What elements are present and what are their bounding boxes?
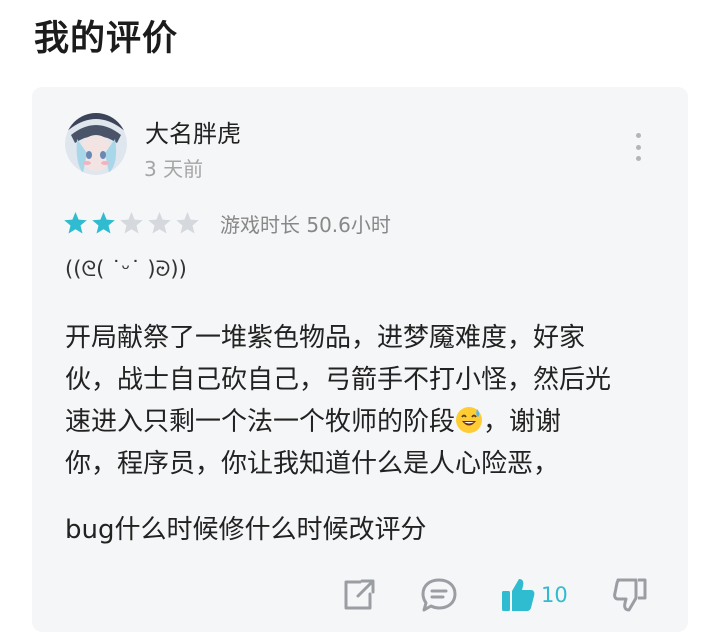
like-button[interactable]: 10 <box>499 575 568 615</box>
review-actions: 10 <box>32 575 688 615</box>
more-vertical-icon <box>635 133 641 138</box>
star-empty-icon <box>148 212 171 234</box>
page-title: 我的评价 <box>34 19 179 59</box>
thumbs-up-icon <box>502 579 535 611</box>
review-paragraph-2: bug什么时候修什么时候改评分 <box>65 515 427 545</box>
comment-icon <box>421 578 457 612</box>
dislike-button[interactable] <box>610 575 650 615</box>
playtime: 游戏时长 50.6小时 <box>220 213 391 237</box>
rating-stars <box>63 211 200 235</box>
more-options-button[interactable] <box>630 133 646 161</box>
sweat-smile-emoji-icon <box>456 407 483 433</box>
star-filled-icon <box>64 212 87 234</box>
review-time: 3 天前 <box>144 157 204 181</box>
star-empty-icon <box>120 212 143 234</box>
review-body: 开局献祭了一堆紫色物品，进梦魇难度，好家 伙，战士自己砍自己，弓箭手不打小怪，然… <box>65 317 665 485</box>
like-count: 10 <box>541 583 568 607</box>
star-filled-icon <box>92 212 115 234</box>
share-icon <box>344 579 375 610</box>
review-line: 速进入只剩一个法一个牧师的阶段 ，谢谢 <box>65 407 562 437</box>
share-button[interactable] <box>340 575 378 615</box>
review-card: 大名胖虎 3 天前 游戏时长 50.6小时 ((ᘓ( ˙ᵕ˙ )ᘒ)) 开局献祭… <box>32 87 688 632</box>
avatar[interactable] <box>65 113 127 175</box>
review-kaomoji: ((ᘓ( ˙ᵕ˙ )ᘒ)) <box>65 257 187 281</box>
star-empty-icon <box>176 212 199 234</box>
review-line: 你，程序员，你让我知道什么是人心险恶， <box>65 449 560 479</box>
thumbs-down-icon <box>613 578 647 612</box>
username[interactable]: 大名胖虎 <box>145 114 241 149</box>
review-line: 伙，战士自己砍自己，弓箭手不打小怪，然后光 <box>65 365 612 395</box>
avatar-image <box>65 113 127 175</box>
review-line: 开局献祭了一堆紫色物品，进梦魇难度，好家 <box>65 323 586 353</box>
comment-button[interactable] <box>419 575 459 615</box>
